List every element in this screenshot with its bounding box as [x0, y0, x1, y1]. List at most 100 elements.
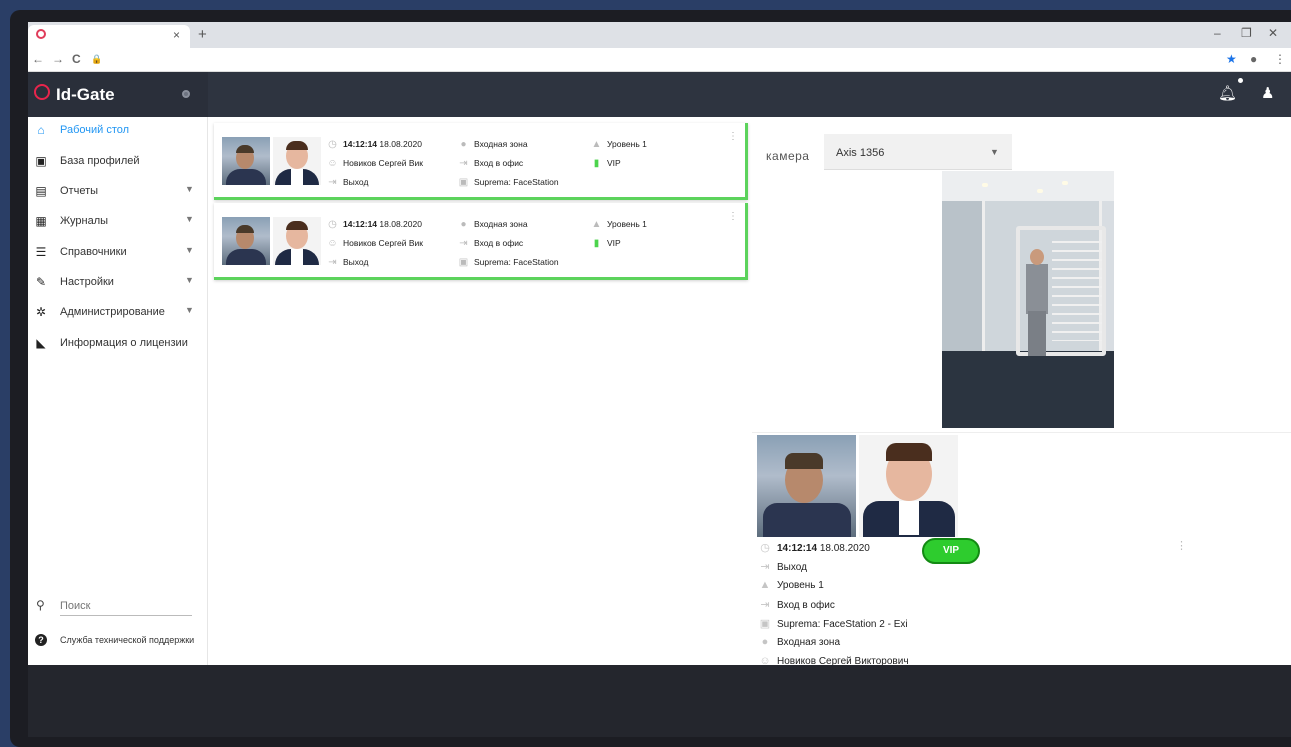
event-person: ☺ Новиков Сергей Вик — [327, 238, 424, 249]
maximize-button[interactable]: ❐ — [1241, 26, 1252, 40]
enter-icon: ⇥ — [459, 158, 468, 169]
lock-icon: ▲ — [759, 579, 771, 591]
camera-icon: ▣ — [458, 257, 469, 268]
location-pin-icon: ● — [460, 139, 467, 150]
chevron-down-icon: ▼ — [185, 305, 194, 315]
license-icon: ◣ — [36, 336, 46, 350]
event-access-point: ⇥ Вход в офис — [457, 238, 523, 249]
logo-icon — [34, 84, 50, 100]
chevron-down-icon: ▼ — [185, 245, 194, 255]
logo-text: Id-Gate — [56, 85, 115, 104]
new-tab-button[interactable]: + — [198, 26, 207, 43]
event-direction: ⇥ Выход — [326, 177, 368, 188]
enter-icon: ⇥ — [459, 238, 468, 249]
tab-close-icon[interactable]: × — [173, 28, 180, 42]
id-card-icon: ▣ — [35, 154, 47, 168]
detail-zone: ● Входная зона — [758, 636, 840, 648]
notification-badge — [1238, 78, 1243, 83]
browser-tab[interactable]: × — [28, 25, 190, 48]
sidebar-item-label: Рабочий стол — [60, 124, 130, 136]
event-direction: ⇥ Выход — [326, 257, 368, 268]
event-time: ◷ 14:12:14 18.08.2020 — [326, 139, 422, 150]
event-device: ▣ Suprema: FaceStation — [458, 257, 559, 268]
sidebar-search: ⚲ — [28, 592, 208, 622]
camera-select-value: Axis 1356 — [836, 147, 885, 159]
support-label: Служба технической поддержки — [60, 635, 195, 645]
camera-feed — [942, 171, 1114, 428]
camera-snapshot — [222, 217, 270, 265]
more-options-icon[interactable]: ⋮ — [728, 131, 738, 142]
event-person: ☺ Новиков Сергей Вик — [327, 158, 424, 169]
chevron-down-icon: ▼ — [185, 214, 194, 224]
browser-menu-icon[interactable]: ⋮ — [1274, 52, 1286, 66]
profile-photo — [273, 137, 321, 185]
camera-snapshot — [222, 137, 270, 185]
search-icon: ⚲ — [36, 598, 45, 612]
event-time: ◷ 14:12:14 18.08.2020 — [326, 219, 422, 230]
more-options-icon[interactable]: ⋮ — [728, 211, 738, 222]
sidebar-item-label: База профилей — [60, 155, 140, 167]
sidebar-item-profiles[interactable]: ▣ База профилей — [28, 148, 208, 178]
sidebar-item-label: Настройки — [60, 276, 114, 288]
profile-photo — [273, 217, 321, 265]
clock-icon: ◷ — [328, 139, 337, 150]
camera-panel: камера Axis 1356 ▼ — [752, 123, 1291, 428]
more-options-icon[interactable]: ⋮ — [1176, 539, 1187, 552]
vip-badge: VIP — [922, 538, 980, 564]
sidebar-item-administration[interactable]: ✲ Администрирование ▼ — [28, 299, 208, 329]
enter-icon: ⇥ — [760, 599, 770, 611]
event-tag: ▮ VIP — [590, 238, 621, 249]
minimize-button[interactable]: – — [1214, 26, 1221, 40]
exit-icon: ⇥ — [328, 177, 337, 188]
reload-button[interactable]: C — [72, 52, 81, 66]
detail-time: ◷ 14:12:14 18.08.2020 — [758, 541, 870, 554]
location-pin-icon: ● — [761, 636, 769, 648]
gear-icon: ✲ — [35, 305, 47, 319]
sidebar-item-reports[interactable]: ▤ Отчеты ▼ — [28, 178, 208, 208]
sidebar-item-directories[interactable]: ☰ Справочники ▼ — [28, 239, 208, 269]
exit-icon: ⇥ — [760, 561, 770, 573]
event-card[interactable]: ◷ 14:12:14 18.08.2020 ☺ Новиков Сергей Вик… — [214, 123, 748, 200]
support-link[interactable]: ? Служба технической поддержки — [28, 629, 208, 653]
home-icon: ⌂ — [37, 123, 45, 137]
search-input[interactable] — [60, 596, 192, 616]
detail-device: ▣ Suprema: FaceStation 2 - Exi — [759, 618, 908, 630]
event-card[interactable]: ◷ 14:12:14 18.08.2020 ☺ Новиков Сергей Вик… — [214, 203, 748, 280]
camera-icon: ▣ — [458, 177, 469, 188]
chevron-down-icon: ▼ — [185, 275, 194, 285]
sidebar-item-license[interactable]: ◣ Информация о лицензии — [28, 330, 208, 360]
chevron-down-icon: ▼ — [990, 147, 999, 157]
camera-select[interactable]: Axis 1356 ▼ — [824, 134, 1012, 170]
sidebar-item-settings[interactable]: ✎ Настройки ▼ — [28, 269, 208, 299]
collapse-sidebar-toggle[interactable] — [182, 90, 190, 98]
account-icon[interactable]: ● — [1250, 52, 1257, 66]
bookmark-star-icon[interactable]: ★ — [1226, 52, 1237, 66]
forward-button[interactable]: → — [52, 52, 64, 66]
sidebar-item-label: Справочники — [60, 246, 127, 258]
close-window-button[interactable]: ✕ — [1268, 26, 1278, 40]
sidebar-item-journals[interactable]: ▦ Журналы ▼ — [28, 208, 208, 238]
face-icon: ☺ — [327, 158, 338, 169]
bell-icon[interactable]: 🔔︎ — [1218, 84, 1237, 102]
back-button[interactable]: ← — [32, 52, 44, 66]
camera-label: камера — [766, 149, 810, 163]
clock-icon: ◷ — [760, 542, 770, 554]
event-tag: ▮ VIP — [590, 158, 621, 169]
sidebar-header: Id-Gate — [28, 72, 208, 117]
event-detail-panel: ◷ 14:12:14 18.08.2020 VIP ⋮ ⇥ Выход ▲ Урове… — [752, 432, 1291, 667]
exit-icon: ⇥ — [328, 257, 337, 268]
user-icon[interactable]: ♟︎ — [1261, 84, 1274, 102]
sidebar-item-desktop[interactable]: ⌂ Рабочий стол — [28, 117, 208, 147]
sidebar: ⌂ Рабочий стол ▣ База профилей ▤ Отчеты … — [28, 117, 208, 665]
chevron-down-icon: ▼ — [185, 184, 194, 194]
detail-level: ▲ Уровень 1 — [759, 579, 824, 591]
app-header: Id-Gate 🔔︎ ♟︎ — [28, 72, 1291, 117]
bookmark-icon: ▮ — [593, 238, 600, 249]
list-icon: ☰ — [35, 245, 47, 259]
detail-access-point: ⇥ Вход в офис — [758, 598, 834, 611]
location-pin-icon: ● — [460, 219, 467, 230]
address-bar: ← → C 🔒 ★ ● ⋮ — [28, 48, 1291, 72]
report-icon: ▤ — [35, 184, 47, 198]
favicon-icon — [36, 29, 46, 39]
clock-icon: ◷ — [328, 219, 337, 230]
